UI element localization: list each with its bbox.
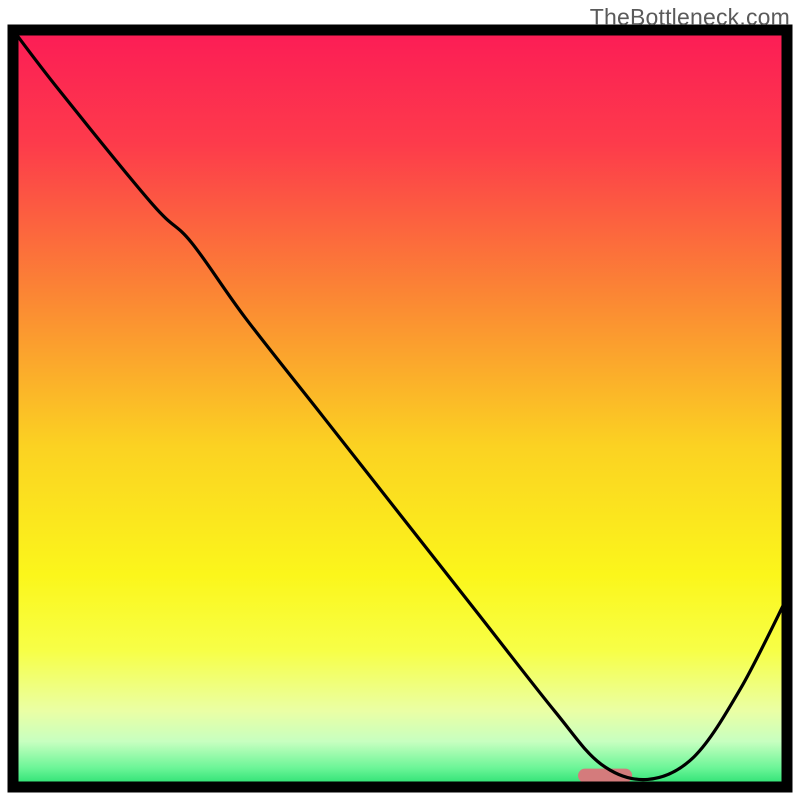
chart-frame: TheBottleneck.com — [0, 0, 800, 800]
watermark-label: TheBottleneck.com — [590, 4, 790, 31]
gradient-background — [13, 30, 787, 787]
bottleneck-chart — [0, 0, 800, 800]
